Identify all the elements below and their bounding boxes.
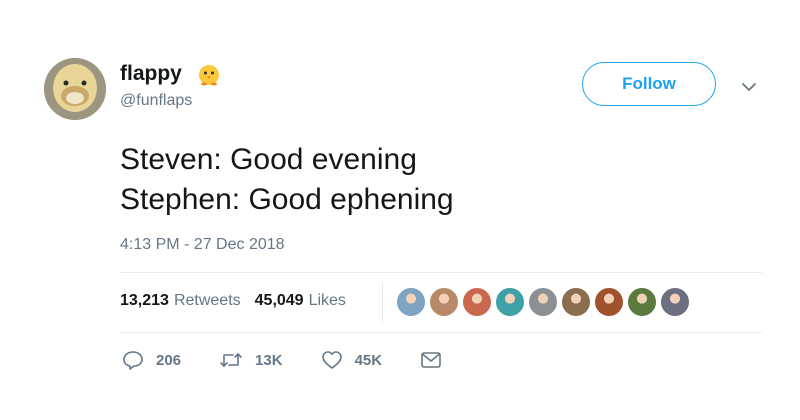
tweet-actions: 206 13K 45K [122, 350, 492, 370]
envelope-icon [421, 352, 441, 368]
direct-message-action[interactable] [420, 351, 454, 369]
reply-action[interactable]: 206 [122, 350, 181, 370]
street-avatar-icon[interactable] [429, 287, 459, 317]
crowd-avatar-icon[interactable] [594, 287, 624, 317]
person-avatar-icon[interactable] [495, 287, 525, 317]
likes-count[interactable]: 45,049 [255, 292, 304, 310]
tweet-text: Steven: Good evening Stephen: Good ephen… [120, 140, 454, 220]
engagement-stats: 13,213 Retweets 45,049 Likes [120, 292, 346, 310]
stats-separator [382, 282, 383, 322]
divider [120, 272, 762, 273]
reply-count: 206 [156, 351, 182, 369]
duckling-avatar-icon [44, 58, 106, 120]
retweet-icon [220, 353, 242, 367]
person-avatar-icon[interactable] [627, 287, 657, 317]
tweet-line: Steven: Good evening [120, 143, 417, 176]
follow-button[interactable]: Follow [582, 62, 716, 106]
chevron-down-icon[interactable] [740, 80, 758, 94]
avatar[interactable] [44, 58, 106, 120]
retweets-count[interactable]: 13,213 [120, 292, 169, 310]
user-handle[interactable]: @funflaps [120, 92, 192, 110]
retweet-count: 13K [255, 351, 283, 369]
retweets-label[interactable]: Retweets [174, 292, 241, 310]
like-count: 45K [354, 351, 383, 369]
likes-label[interactable]: Likes [309, 292, 346, 310]
retweet-action[interactable]: 13K [219, 350, 283, 370]
chick-emoji-icon [199, 64, 219, 86]
seagull-avatar-icon[interactable] [396, 287, 426, 317]
heart-icon [321, 351, 342, 369]
person-avatar-icon[interactable] [660, 287, 690, 317]
like-action[interactable]: 45K [321, 350, 383, 370]
liker-avatars [396, 287, 693, 317]
divider [120, 332, 762, 333]
display-name[interactable]: flappy [120, 62, 182, 86]
tweet-timestamp[interactable]: 4:13 PM - 27 Dec 2018 [120, 236, 285, 254]
tweet-line: Stephen: Good ephening [120, 183, 454, 216]
person-avatar-icon[interactable] [561, 287, 591, 317]
reply-icon [123, 351, 143, 370]
person-avatar-icon[interactable] [462, 287, 492, 317]
group-avatar-icon[interactable] [528, 287, 558, 317]
